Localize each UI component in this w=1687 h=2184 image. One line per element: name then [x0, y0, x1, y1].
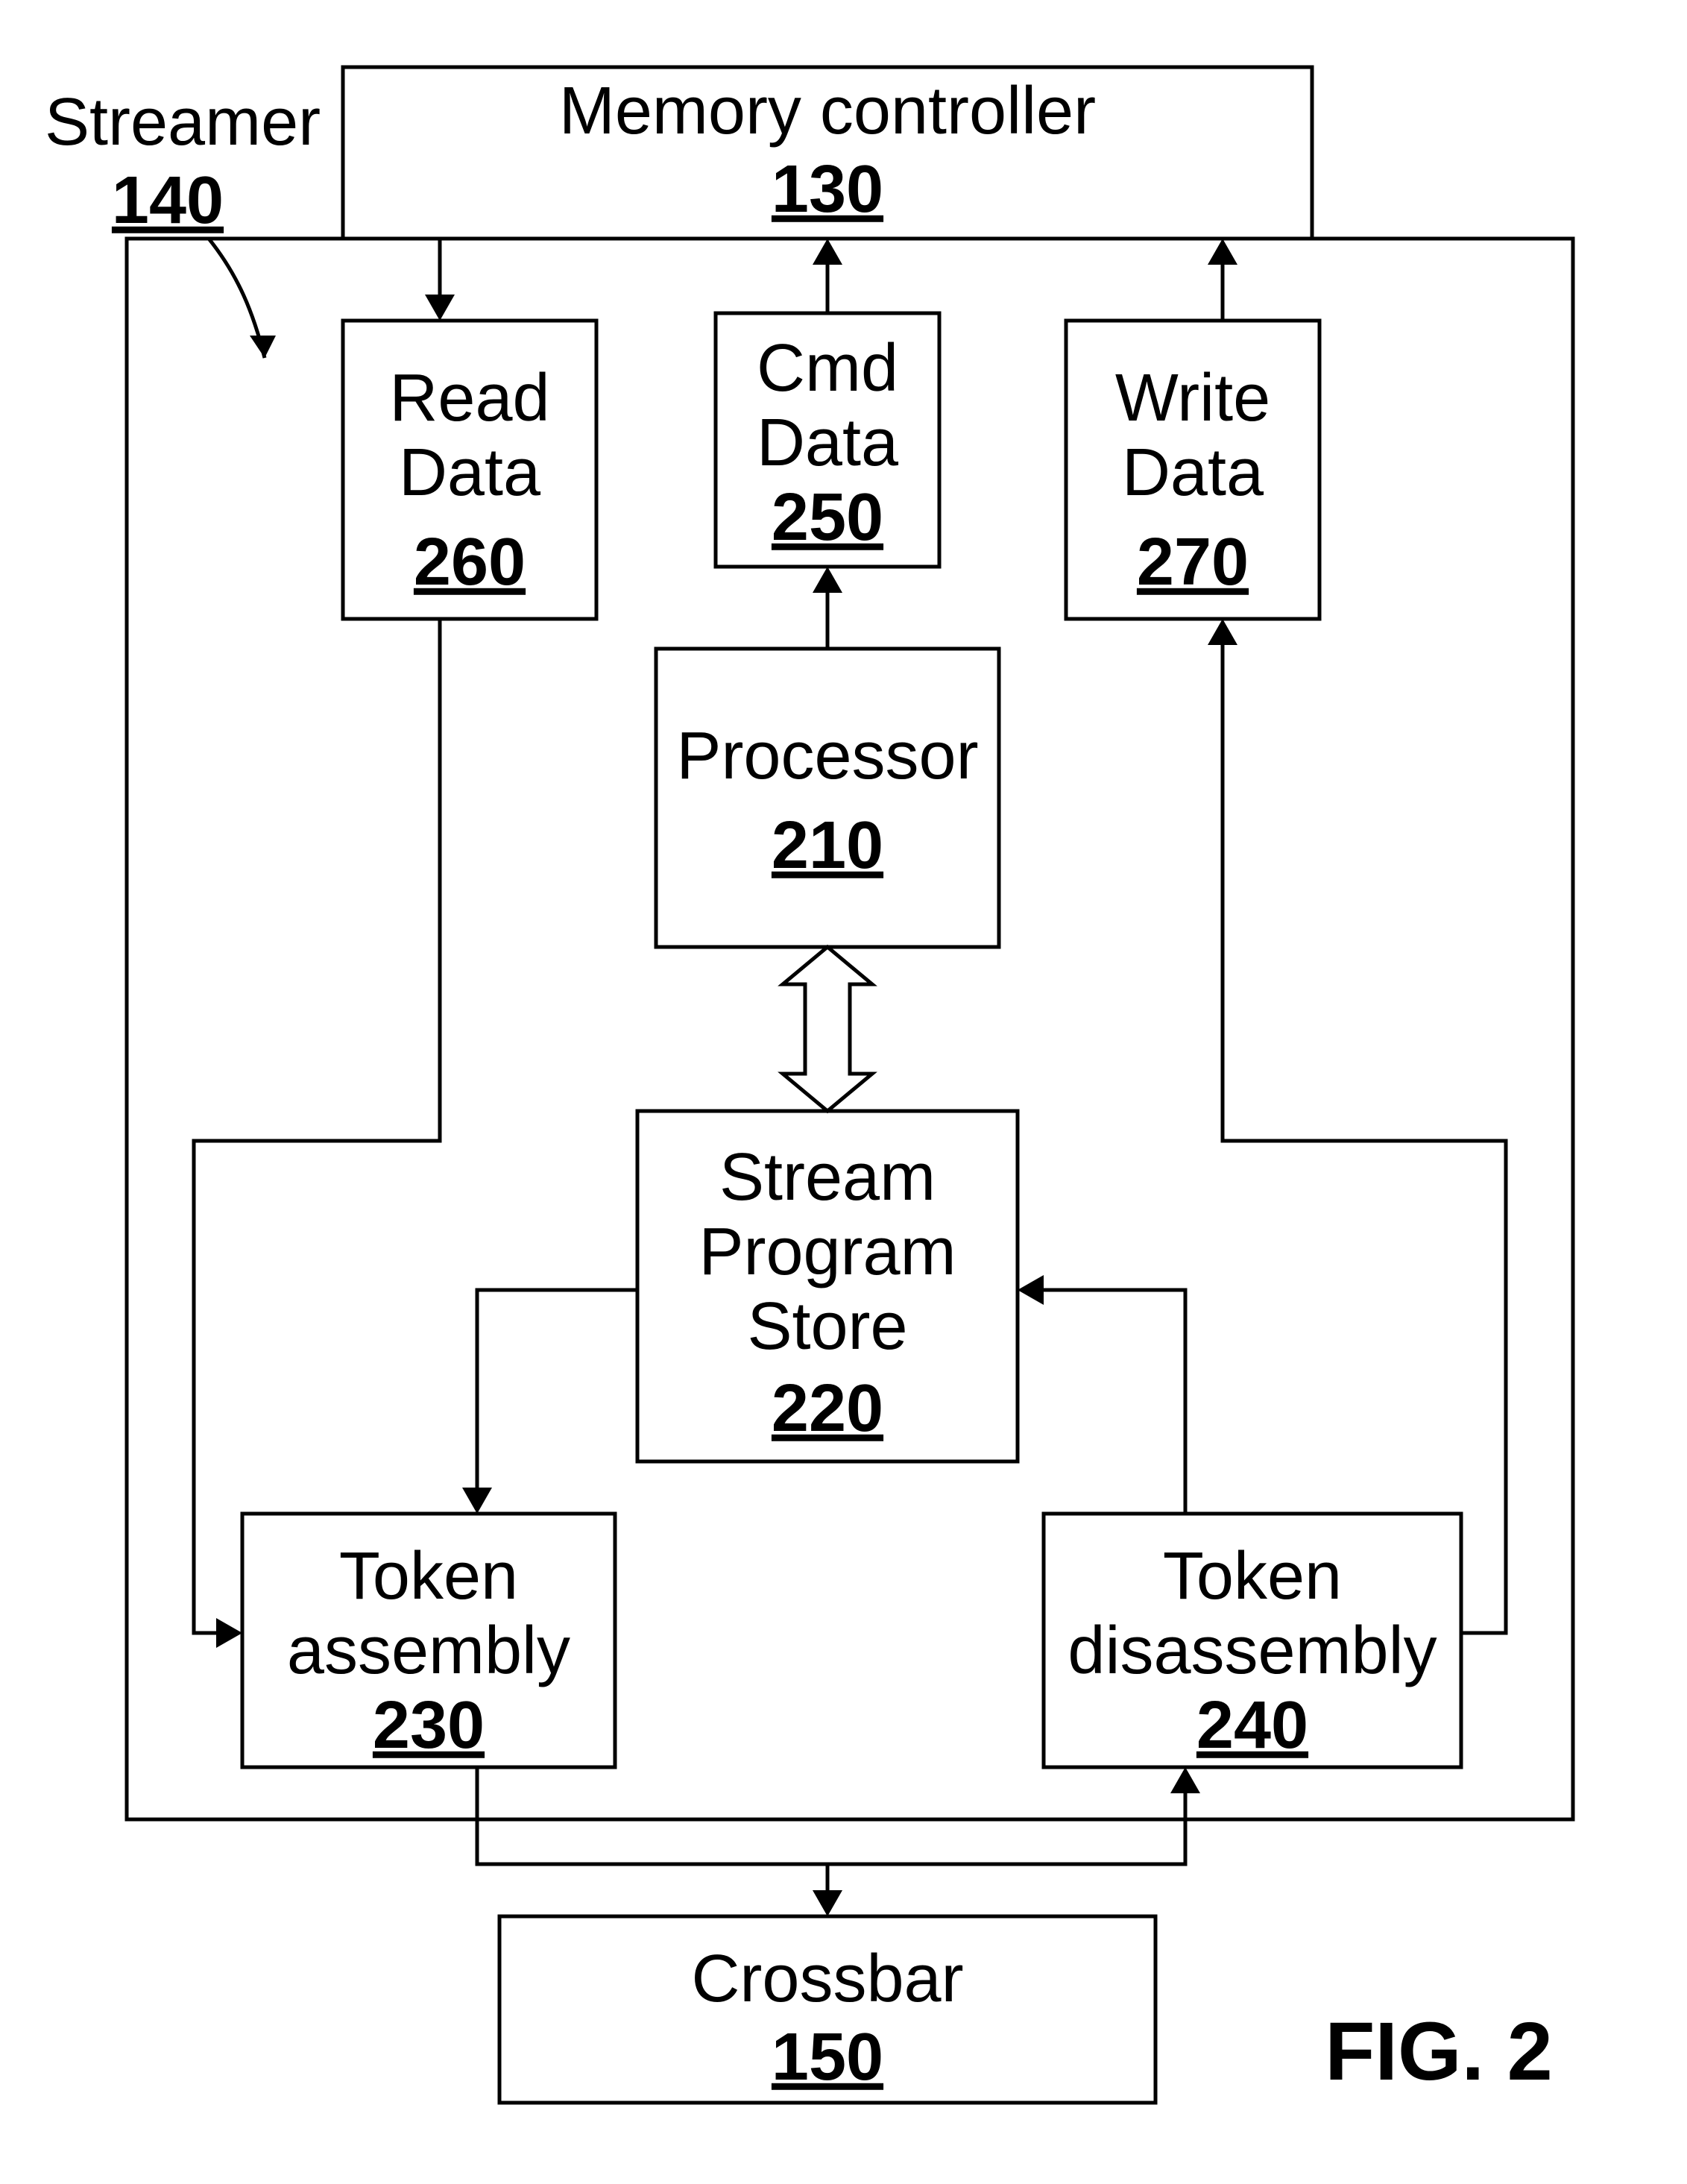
token-assembly-line1: Token — [339, 1539, 518, 1614]
stream-store-ref: 220 — [772, 1371, 883, 1446]
token-disassembly-line1: Token — [1163, 1539, 1342, 1614]
cmd-data-line2: Data — [757, 406, 899, 480]
diagram-canvas: Memory controller 130 Streamer 140 Read … — [0, 0, 1687, 2184]
write-data-line1: Write — [1115, 361, 1270, 435]
memory-controller-label: Memory controller — [559, 74, 1096, 148]
write-data-line2: Data — [1122, 435, 1264, 510]
token-disassembly-ref: 240 — [1196, 1688, 1308, 1763]
figure-label: FIG. 2 — [1325, 2006, 1553, 2098]
stream-store-line2: Program — [699, 1215, 956, 1289]
crossbar-ref: 150 — [772, 2020, 883, 2095]
processor-ref: 210 — [772, 808, 883, 883]
write-data-ref: 270 — [1137, 525, 1249, 600]
read-data-line1: Read — [389, 361, 549, 435]
read-data-ref: 260 — [414, 525, 526, 600]
token-disassembly-line2: disassembly — [1068, 1614, 1437, 1688]
cmd-data-ref: 250 — [772, 480, 883, 555]
token-assembly-line2: assembly — [287, 1614, 570, 1688]
stream-store-line1: Stream — [719, 1140, 936, 1215]
memory-controller-ref: 130 — [772, 152, 883, 227]
token-assembly-ref: 230 — [373, 1688, 485, 1763]
arrowhead-tokenassembly-to-crossbar — [813, 1890, 842, 1916]
read-data-line2: Data — [399, 435, 541, 510]
streamer-external-label: Streamer — [45, 85, 321, 160]
streamer-external-ref: 140 — [112, 163, 224, 238]
crossbar-label: Crossbar — [691, 1942, 963, 2016]
processor-label: Processor — [676, 719, 978, 793]
cmd-data-line1: Cmd — [757, 331, 898, 406]
stream-store-line3: Store — [747, 1289, 907, 1364]
processor-block — [656, 649, 999, 947]
